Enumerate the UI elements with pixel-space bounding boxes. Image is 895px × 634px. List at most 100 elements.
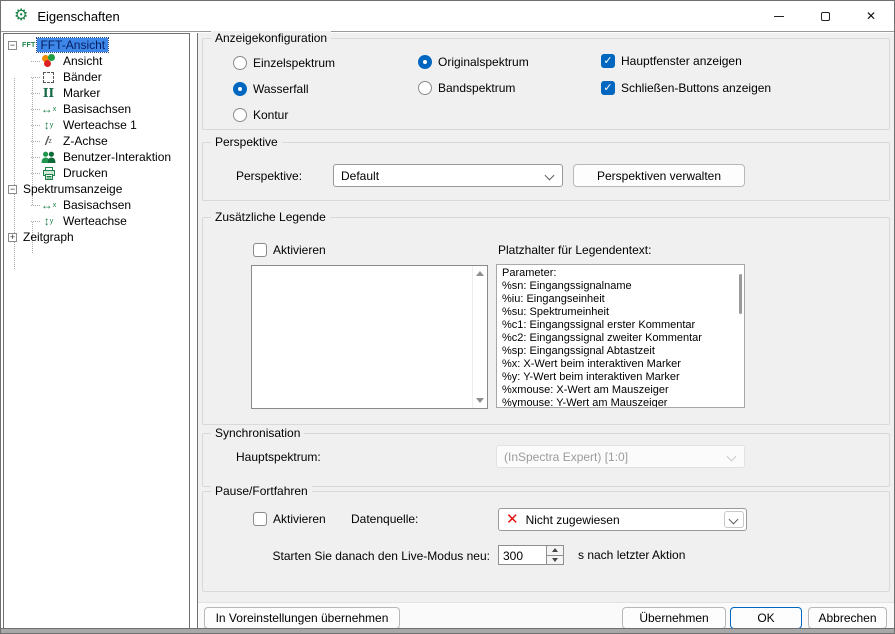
x-axis-icon: ↔: [40, 199, 57, 211]
tree-item-basisachsen-2[interactable]: ↔ Basisachsen: [30, 197, 131, 213]
group-synchronisation: Synchronisation Hauptspektrum: (InSpectr…: [202, 426, 890, 487]
tree-item-label[interactable]: FFT-Ansicht: [36, 37, 110, 53]
users-icon: [40, 151, 57, 164]
restart-live-mode-label: Starten Sie danach den Live-Modus neu:: [272, 549, 490, 563]
tree-item-label[interactable]: Spektrumsanzeige: [23, 182, 122, 196]
maximize-button[interactable]: [802, 1, 848, 31]
arrow-up-icon: [552, 548, 558, 553]
y-axis-icon: ↕: [40, 119, 57, 131]
tree-item-marker[interactable]: II Marker: [30, 85, 100, 101]
radio-checked-icon: [418, 55, 432, 69]
tree-item-label[interactable]: Z-Achse: [63, 134, 108, 148]
x-axis-icon: ↔: [40, 103, 57, 115]
placeholder-item: %xmouse: X-Wert am Mauszeiger: [502, 384, 669, 396]
z-axis-icon: /: [40, 135, 57, 147]
checkbox-pause-aktivieren[interactable]: Aktivieren: [253, 511, 326, 527]
group-perspektive: Perspektive Perspektive: Default Perspek…: [202, 135, 890, 201]
radio-checked-icon: [233, 82, 247, 96]
datenquelle-label: Datenquelle:: [351, 512, 419, 526]
tree-item-label[interactable]: Benutzer-Interaktion: [63, 150, 171, 164]
placeholder-item: %c1: Eingangssignal erster Kommentar: [502, 319, 696, 331]
expand-toggle-icon[interactable]: +: [8, 232, 17, 242]
minimize-icon: [774, 15, 784, 17]
placeholder-list[interactable]: Parameter: %sn: Eingangssignalname %iu: …: [496, 264, 745, 408]
radio-label: Kontur: [253, 108, 289, 122]
radio-wasserfall[interactable]: Wasserfall: [233, 81, 309, 97]
tree-item-label[interactable]: Basisachsen: [63, 198, 131, 212]
radio-einzelspektrum[interactable]: Einzelspektrum: [233, 55, 335, 71]
tree-item-label[interactable]: Werteachse: [63, 214, 127, 228]
chevron-down-icon: [726, 451, 737, 462]
tree-item-label[interactable]: Zeitgraph: [23, 230, 74, 244]
tree-item-fft-ansicht[interactable]: − FFT FFT-Ansicht: [8, 37, 110, 53]
tree-item-benutzer-interaktion[interactable]: Benutzer-Interaktion: [30, 149, 171, 165]
y-axis-icon: ↕: [40, 215, 57, 227]
placeholder-item: %su: Spektrumeinheit: [502, 306, 609, 318]
scroll-down-icon[interactable]: [476, 398, 484, 403]
checkbox-label: Aktivieren: [273, 243, 326, 257]
spinner-up-button[interactable]: [547, 546, 563, 555]
fft-icon: FFT: [22, 41, 36, 49]
spinner-buttons: [546, 546, 563, 564]
perspective-select[interactable]: Default: [333, 164, 563, 187]
group-title: Zusätzliche Legende: [211, 210, 330, 224]
scrollbar-thumb[interactable]: [739, 274, 742, 314]
close-button[interactable]: ✕: [848, 1, 894, 31]
tree-item-baender[interactable]: Bänder: [31, 69, 102, 85]
group-title: Anzeigekonfiguration: [211, 31, 332, 45]
radio-originalspektrum[interactable]: Originalspektrum: [418, 54, 529, 70]
radio-bandspektrum[interactable]: Bandspektrum: [418, 80, 515, 96]
checkbox-label: Hauptfenster anzeigen: [621, 54, 742, 68]
tree-item-label[interactable]: Basisachsen: [63, 102, 131, 116]
button-label: Abbrechen: [818, 611, 877, 625]
tree-item-label[interactable]: Drucken: [63, 166, 108, 180]
tree-item-basisachsen[interactable]: ↔ Basisachsen: [30, 101, 131, 117]
placeholder-item: Parameter:: [502, 267, 557, 279]
spinner-down-button[interactable]: [547, 554, 563, 564]
restart-delay-spinner[interactable]: 300: [498, 545, 564, 565]
tree-item-label[interactable]: Werteachse 1: [63, 118, 137, 132]
tree-item-ansicht[interactable]: Ansicht: [30, 53, 102, 69]
perspective-selected-value: Default: [341, 168, 380, 183]
tree-item-z-achse[interactable]: / Z-Achse: [31, 133, 108, 149]
collapse-toggle-icon[interactable]: −: [8, 40, 17, 50]
group-title: Synchronisation: [211, 426, 305, 440]
marker-icon: II: [42, 86, 55, 100]
checkbox-icon: [253, 512, 267, 526]
apply-button[interactable]: Übernehmen: [622, 607, 726, 629]
cancel-button[interactable]: Abbrechen: [808, 607, 887, 629]
chevron-down-icon: [544, 170, 555, 181]
tree-item-label[interactable]: Ansicht: [63, 54, 102, 68]
tree-item-spektrumsanzeige[interactable]: − Spektrumsanzeige: [8, 181, 122, 197]
scroll-up-icon[interactable]: [476, 271, 484, 276]
hauptspektrum-label: Hauptspektrum:: [236, 450, 321, 464]
legend-text-input[interactable]: [251, 265, 488, 409]
manage-perspectives-button[interactable]: Perspektiven verwalten: [573, 164, 745, 187]
tree-item-drucken[interactable]: Drucken: [31, 165, 108, 181]
radio-label: Originalspektrum: [438, 55, 529, 69]
tree-item-werteachse-2[interactable]: ↕ Werteachse: [31, 213, 127, 229]
checkbox-hauptfenster-anzeigen[interactable]: ✓ Hauptfenster anzeigen: [601, 53, 742, 69]
window-controls: ✕: [756, 1, 894, 31]
minimize-button[interactable]: [756, 1, 802, 31]
properties-tree: − FFT FFT-Ansicht Ansicht Bänder II Mark…: [3, 33, 190, 629]
tree-item-werteachse-1[interactable]: ↕ Werteachse 1: [31, 117, 137, 133]
tree-item-label[interactable]: Bänder: [63, 70, 102, 84]
placeholder-item: %y: Y-Wert beim interaktiven Marker: [502, 371, 680, 383]
radio-label: Einzelspektrum: [253, 56, 336, 70]
apply-to-presets-button[interactable]: In Voreinstellungen übernehmen: [204, 607, 400, 629]
placeholder-item: %sn: Eingangssignalname: [502, 280, 632, 292]
datenquelle-select[interactable]: ✕ Nicht zugewiesen: [498, 508, 747, 531]
checkbox-schliessen-buttons[interactable]: ✓ Schließen-Buttons anzeigen: [601, 80, 771, 96]
footer-bar: In Voreinstellungen übernehmen Übernehme…: [198, 602, 894, 629]
scrollbar[interactable]: [472, 266, 487, 408]
hauptspektrum-select: (InSpectra Expert) [1:0]: [496, 445, 745, 468]
collapse-toggle-icon[interactable]: −: [8, 184, 17, 194]
ok-button[interactable]: OK: [730, 607, 802, 629]
checkbox-legende-aktivieren[interactable]: Aktivieren: [253, 242, 326, 258]
hauptspektrum-selected-value: (InSpectra Expert) [1:0]: [504, 449, 629, 464]
radio-kontur[interactable]: Kontur: [233, 107, 288, 123]
tree-item-zeitgraph[interactable]: + Zeitgraph: [8, 229, 74, 245]
window-title: Eigenschaften: [37, 8, 120, 24]
tree-item-label[interactable]: Marker: [63, 86, 100, 100]
